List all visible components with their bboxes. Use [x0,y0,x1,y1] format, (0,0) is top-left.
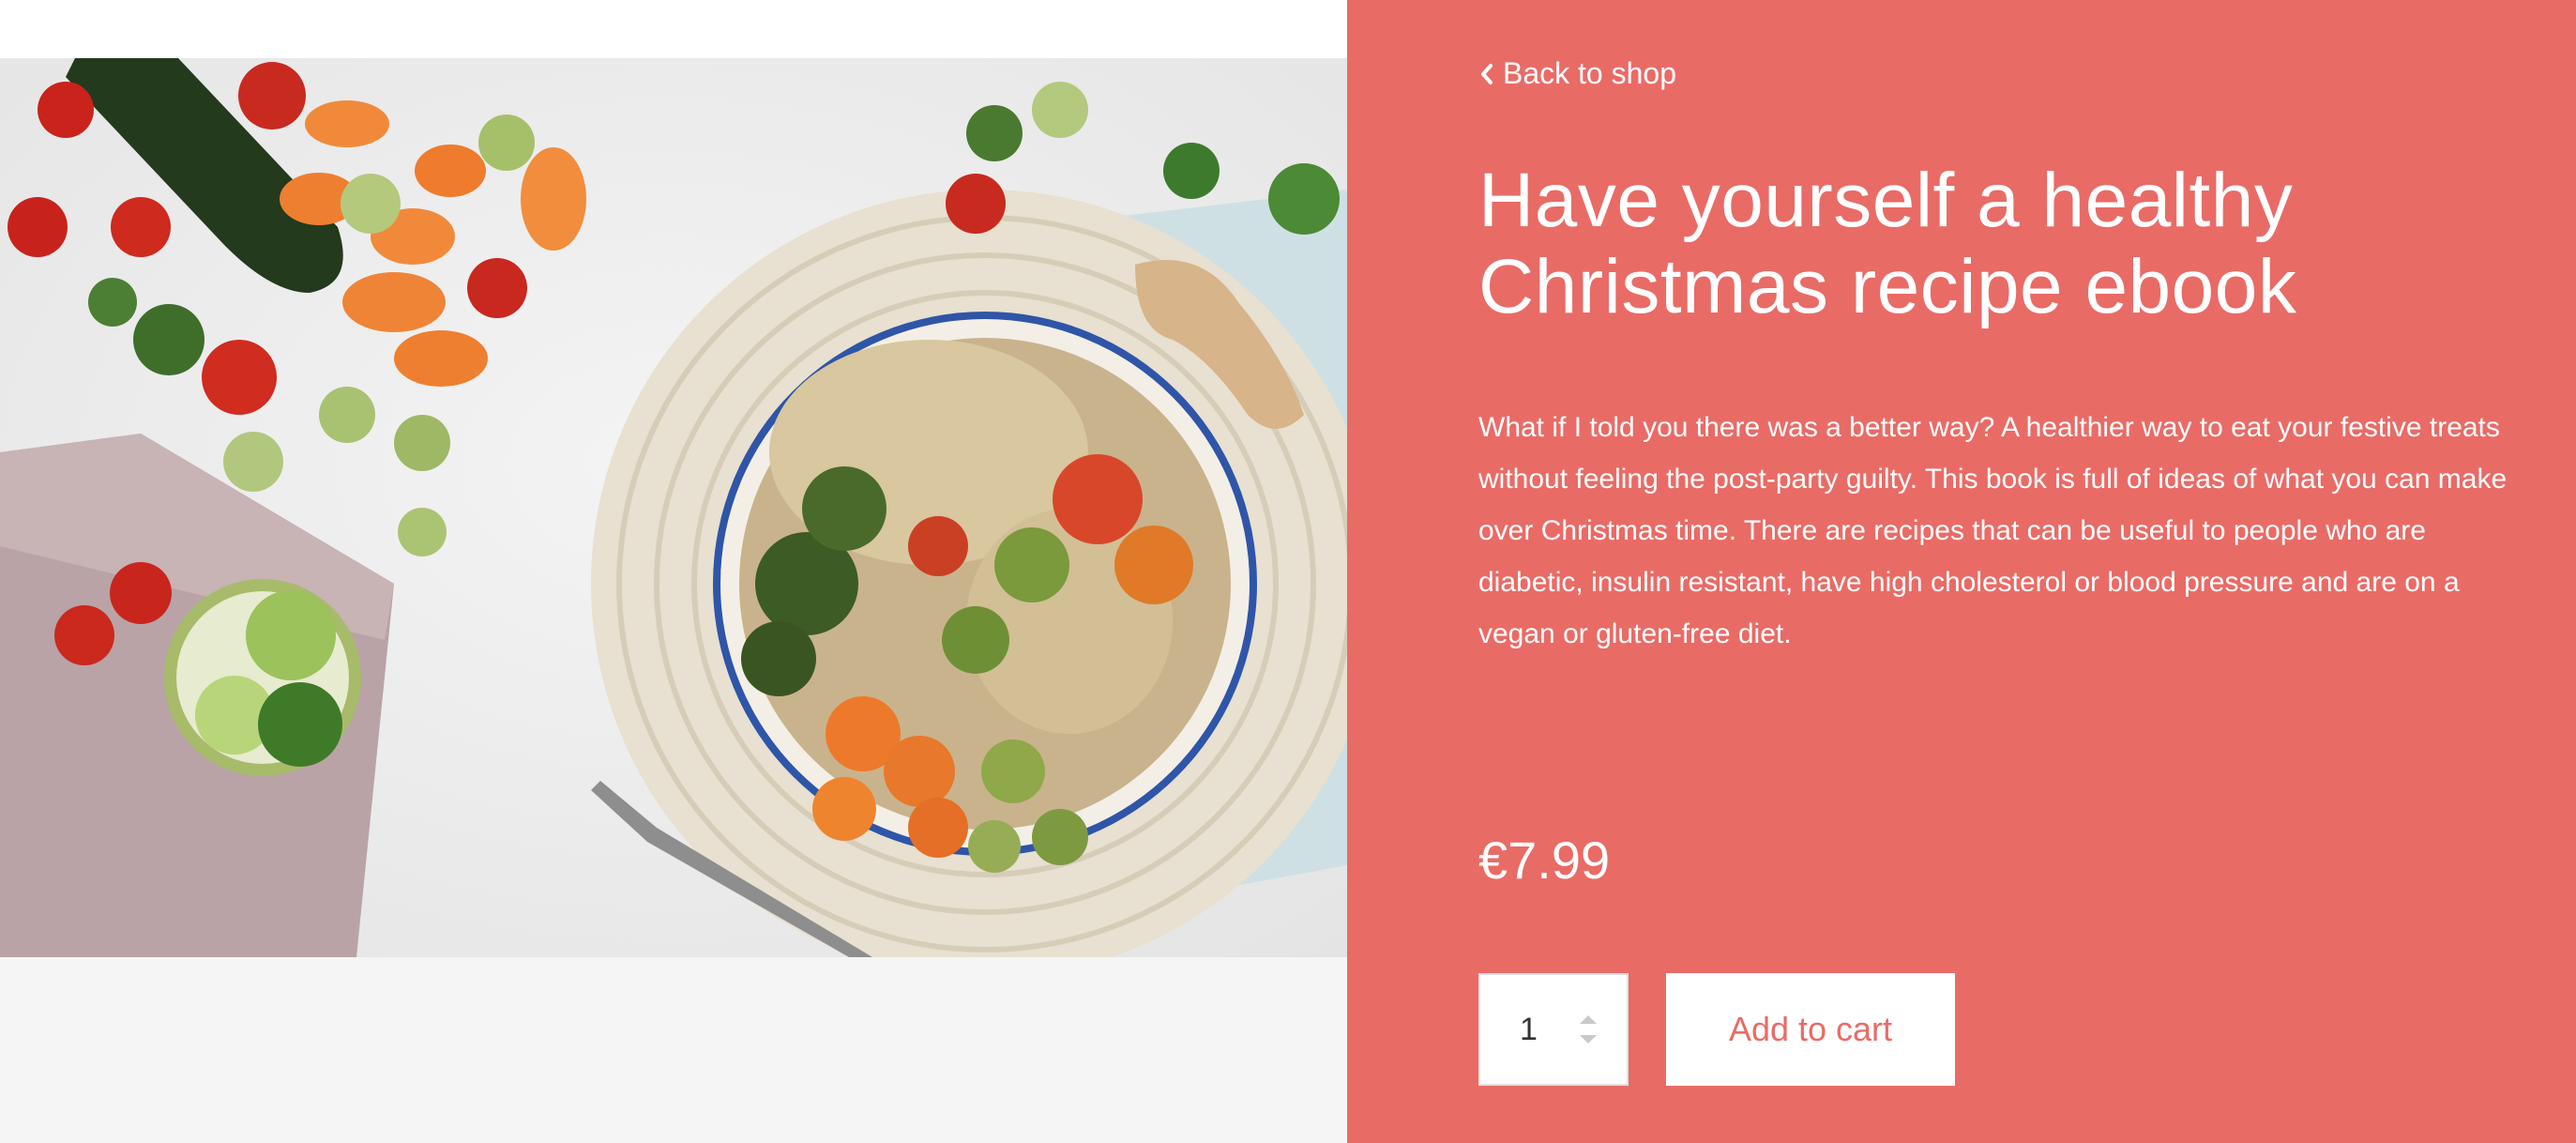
product-price: €7.99 [1478,831,1611,890]
back-to-shop-label: Back to shop [1503,56,1676,90]
back-to-shop-link[interactable]: Back to shop [1478,56,1676,91]
product-panel: Back to shop Have yourself a healthy Chr… [1347,0,2576,1143]
quantity-stepper[interactable]: 1 [1478,973,1629,1086]
product-description: What if I told you there was a better wa… [1478,412,2508,649]
add-to-cart-button[interactable]: Add to cart [1666,973,1955,1086]
arrow-down-icon[interactable] [1578,1033,1599,1046]
arrow-up-icon[interactable] [1578,1013,1599,1026]
top-spacer [0,0,1347,58]
product-image [0,58,1347,957]
product-title: Have yourself a healthy Christmas recipe… [1478,158,2297,329]
quantity-value[interactable]: 1 [1520,1012,1538,1048]
up-down-arrows-icon[interactable] [1578,1013,1599,1046]
chevron-left-icon [1481,63,1493,84]
bottom-spacer [0,957,1347,1143]
